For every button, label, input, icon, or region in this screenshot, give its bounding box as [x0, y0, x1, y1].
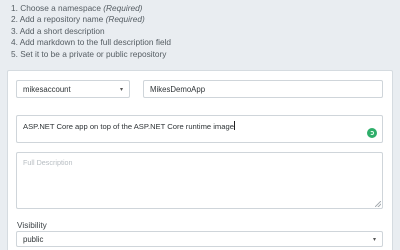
short-description-value: ASP.NET Core app on top of the ASP.NET C… [23, 122, 234, 131]
step-text: 4. Add markdown to the full description … [11, 37, 172, 48]
instructions-list: 1. Choose a namespace (Required) 2. Add … [11, 3, 171, 60]
step-text: 5. Set it to be a private or public repo… [11, 48, 167, 59]
resize-handle-icon[interactable] [375, 201, 381, 207]
chevron-down-icon: ▾ [372, 236, 376, 243]
namespace-select[interactable]: mikesaccount ▾ [16, 80, 130, 98]
repository-name-input[interactable]: MikesDemoApp [143, 80, 383, 98]
step-item: 5. Set it to be a private or public repo… [11, 49, 171, 60]
step-text: 3. Add a short description [11, 25, 105, 36]
full-description-placeholder: Full Description [23, 158, 73, 167]
loading-check-icon [367, 128, 377, 138]
text-cursor [233, 121, 235, 130]
visibility-label: Visibility [17, 220, 47, 230]
visibility-value: public [23, 234, 44, 244]
required-tag: (Required) [103, 3, 143, 13]
step-item: 3. Add a short description [11, 26, 171, 37]
chevron-down-icon: ▾ [119, 86, 123, 93]
step-item: 2. Add a repository name (Required) [11, 14, 171, 25]
full-description-textarea[interactable]: Full Description [16, 152, 383, 209]
namespace-value: mikesaccount [23, 84, 71, 94]
short-description-input[interactable]: ASP.NET Core app on top of the ASP.NET C… [16, 115, 383, 143]
step-text: 2. Add a repository name [11, 14, 106, 25]
step-item: 1. Choose a namespace (Required) [11, 3, 171, 14]
required-tag: (Required) [105, 14, 145, 25]
step-item: 4. Add markdown to the full description … [11, 37, 171, 48]
step-text: 1. Choose a namespace [11, 3, 104, 13]
visibility-select[interactable]: public ▾ [16, 231, 383, 247]
repository-name-value: MikesDemoApp [150, 84, 206, 94]
